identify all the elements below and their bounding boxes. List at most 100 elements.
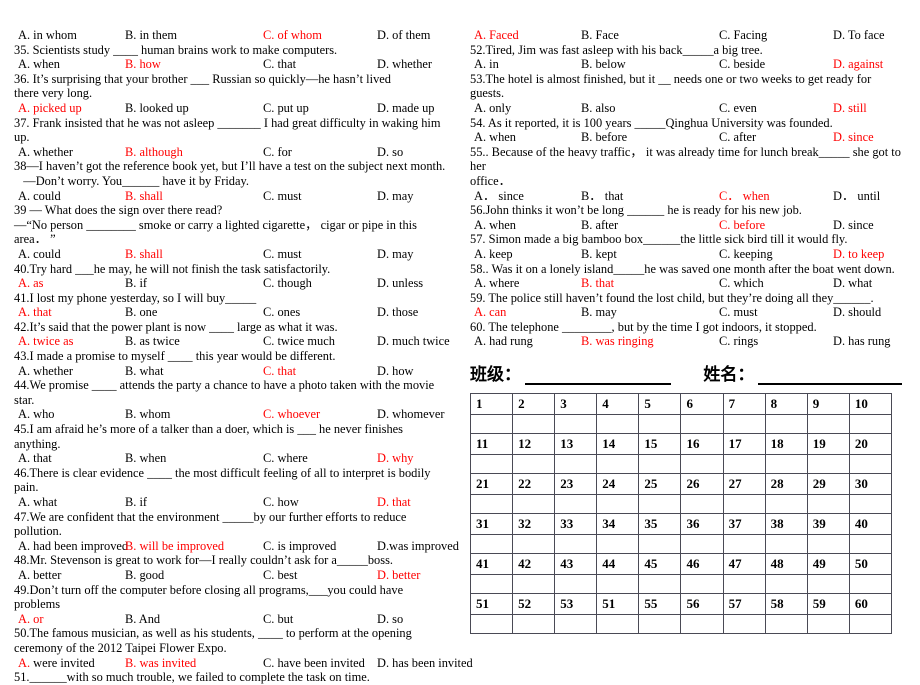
answer-entry-cell[interactable] xyxy=(680,534,724,555)
answer-entry-cell[interactable] xyxy=(469,494,514,515)
option-choice[interactable]: B. when xyxy=(125,451,166,466)
option-choice[interactable]: D. has been invited xyxy=(377,656,473,671)
answer-entry-cell[interactable] xyxy=(638,574,682,595)
option-choice[interactable]: B. And xyxy=(125,612,160,627)
answer-entry-cell[interactable] xyxy=(806,414,850,435)
option-choice[interactable]: B. good xyxy=(125,568,164,583)
answer-entry-cell[interactable] xyxy=(722,614,766,635)
option-choice[interactable]: A. who xyxy=(18,407,54,422)
option-choice[interactable]: B. Face xyxy=(581,28,619,43)
option-choice[interactable]: A. that xyxy=(18,305,52,320)
option-choice[interactable]: A. in whom xyxy=(18,28,77,43)
option-choice[interactable]: C. keeping xyxy=(719,247,773,262)
option-choice[interactable]: A. or xyxy=(18,612,43,627)
option-choice[interactable]: A. better xyxy=(18,568,61,583)
option-choice[interactable]: A. could xyxy=(18,189,61,204)
answer-entry-cell[interactable] xyxy=(469,574,514,595)
answer-entry-cell[interactable] xyxy=(764,494,808,515)
answer-entry-cell[interactable] xyxy=(638,614,682,635)
option-choice[interactable]: A． since xyxy=(474,189,524,204)
answer-entry-cell[interactable] xyxy=(848,414,893,435)
option-choice[interactable]: B. shall xyxy=(125,189,163,204)
answer-entry-cell[interactable] xyxy=(469,414,514,435)
option-choice[interactable]: D. still xyxy=(833,101,867,116)
answer-entry-cell[interactable] xyxy=(764,414,808,435)
answer-entry-cell[interactable] xyxy=(512,534,556,555)
answer-entry-cell[interactable] xyxy=(596,494,640,515)
option-choice[interactable]: B. will be improved xyxy=(125,539,224,554)
answer-entry-cell[interactable] xyxy=(512,494,556,515)
answer-entry-cell[interactable] xyxy=(680,574,724,595)
answer-sheet-table[interactable]: 1 2 3 4 5 6 7 8 9 10 11 12 13 14 15 16 17 18 19 20 21 22 23 24 2… xyxy=(469,393,893,635)
class-input-rule[interactable] xyxy=(525,368,671,386)
answer-entry-cell[interactable] xyxy=(722,494,766,515)
option-choice[interactable]: A. whether xyxy=(18,364,73,379)
answer-entry-cell[interactable] xyxy=(722,414,766,435)
option-choice[interactable]: D. so xyxy=(377,145,403,160)
answer-entry-cell[interactable] xyxy=(764,454,808,475)
option-choice[interactable]: B. may xyxy=(581,305,617,320)
option-choice[interactable]: A. only xyxy=(474,101,511,116)
answer-entry-cell[interactable] xyxy=(638,494,682,515)
answer-entry-cell[interactable] xyxy=(848,534,893,555)
option-choice[interactable]: B. was ringing xyxy=(581,334,654,349)
answer-entry-cell[interactable] xyxy=(596,534,640,555)
answer-entry-cell[interactable] xyxy=(512,454,556,475)
option-choice[interactable]: D. why xyxy=(377,451,413,466)
option-choice[interactable]: D. of them xyxy=(377,28,430,43)
answer-entry-cell[interactable] xyxy=(680,454,724,475)
option-choice[interactable]: D. whether xyxy=(377,57,432,72)
option-choice[interactable]: B. below xyxy=(581,57,626,72)
option-choice[interactable]: D. whomever xyxy=(377,407,444,422)
option-choice[interactable]: B. that xyxy=(581,276,614,291)
name-input-rule[interactable] xyxy=(758,368,902,386)
answer-entry-cell[interactable] xyxy=(554,494,598,515)
answer-entry-cell[interactable] xyxy=(680,414,724,435)
answer-entry-cell[interactable] xyxy=(554,614,598,635)
option-choice[interactable]: B. was invited xyxy=(125,656,196,671)
option-choice[interactable]: C. is improved xyxy=(263,539,336,554)
option-choice[interactable]: A. keep xyxy=(474,247,513,262)
option-choice[interactable]: C. must xyxy=(263,189,302,204)
option-choice[interactable]: D. to keep xyxy=(833,247,884,262)
option-choice[interactable]: D. may xyxy=(377,247,413,262)
answer-entry-cell[interactable] xyxy=(764,614,808,635)
option-choice[interactable]: B. kept xyxy=(581,247,617,262)
answer-entry-cell[interactable] xyxy=(806,574,850,595)
option-choice[interactable]: D． until xyxy=(833,189,880,204)
option-choice[interactable]: A. twice as xyxy=(18,334,73,349)
option-choice[interactable]: D. that xyxy=(377,495,411,510)
answer-entry-cell[interactable] xyxy=(554,414,598,435)
option-choice[interactable]: C. that xyxy=(263,364,296,379)
answer-entry-cell[interactable] xyxy=(596,414,640,435)
answer-entry-cell[interactable] xyxy=(512,614,556,635)
option-choice[interactable]: B. also xyxy=(581,101,615,116)
option-choice[interactable]: B． that xyxy=(581,189,623,204)
option-choice[interactable]: D. since xyxy=(833,130,874,145)
option-choice[interactable]: A. can xyxy=(474,305,506,320)
option-choice[interactable]: C. where xyxy=(263,451,308,466)
option-choice[interactable]: A. whether xyxy=(18,145,73,160)
answer-entry-cell[interactable] xyxy=(512,414,556,435)
answer-entry-cell[interactable] xyxy=(806,494,850,515)
answer-entry-cell[interactable] xyxy=(469,534,514,555)
option-choice[interactable]: D. since xyxy=(833,218,874,233)
option-choice[interactable]: D. may xyxy=(377,189,413,204)
answer-entry-cell[interactable] xyxy=(848,454,893,475)
option-choice[interactable]: B. looked up xyxy=(125,101,189,116)
option-choice[interactable]: A. in xyxy=(474,57,499,72)
option-choice[interactable]: C. Facing xyxy=(719,28,767,43)
answer-entry-cell[interactable] xyxy=(469,614,514,635)
option-choice[interactable]: B. shall xyxy=(125,247,163,262)
option-choice[interactable]: A. had been improved xyxy=(18,539,128,554)
option-choice[interactable]: C. ones xyxy=(263,305,300,320)
option-choice[interactable]: A. could xyxy=(18,247,61,262)
option-choice[interactable]: C. must xyxy=(719,305,758,320)
answer-entry-cell[interactable] xyxy=(554,534,598,555)
answer-entry-cell[interactable] xyxy=(512,574,556,595)
answer-entry-cell[interactable] xyxy=(722,454,766,475)
option-choice[interactable]: A. what xyxy=(18,495,57,510)
option-choice[interactable]: A. picked up xyxy=(18,101,82,116)
option-choice[interactable]: D. made up xyxy=(377,101,434,116)
option-choice[interactable]: D. against xyxy=(833,57,883,72)
